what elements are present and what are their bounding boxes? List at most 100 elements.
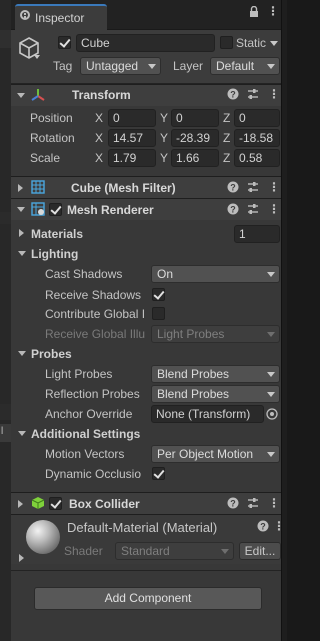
foldout-expanded-icon[interactable] bbox=[18, 431, 26, 436]
axis-x-label[interactable]: X bbox=[95, 111, 103, 125]
material-preview-sphere bbox=[26, 520, 60, 554]
preset-icon[interactable] bbox=[247, 181, 259, 196]
foldout-expanded-icon[interactable] bbox=[17, 207, 25, 212]
light-probes-dropdown[interactable]: Blend Probes bbox=[151, 365, 280, 383]
axis-z-label[interactable]: Z bbox=[223, 151, 230, 165]
chevron-down-icon bbox=[267, 392, 275, 397]
material-name: Default-Material (Material) bbox=[67, 520, 218, 535]
foldout-collapsed-icon[interactable] bbox=[18, 500, 23, 508]
axis-z-label[interactable]: Z bbox=[223, 111, 230, 125]
object-active-checkbox[interactable] bbox=[58, 36, 71, 49]
axis-z-label[interactable]: Z bbox=[223, 131, 230, 145]
box-collider-header[interactable]: Box Collider ? ⋮ bbox=[11, 492, 281, 514]
mesh-renderer-enabled-checkbox[interactable] bbox=[49, 203, 62, 216]
help-icon[interactable]: ? bbox=[227, 88, 239, 103]
layer-dropdown[interactable]: Default bbox=[210, 57, 280, 75]
layer-value: Default bbox=[216, 59, 255, 73]
shader-edit-button[interactable]: Edit... bbox=[239, 542, 281, 560]
foldout-collapsed-icon[interactable] bbox=[19, 554, 24, 562]
foldout-collapsed-icon[interactable] bbox=[18, 184, 23, 192]
static-checkbox[interactable] bbox=[220, 36, 233, 49]
more-options-icon[interactable]: ⋮ bbox=[267, 4, 279, 18]
help-icon[interactable]: ? bbox=[227, 181, 239, 196]
more-options-icon[interactable]: ⋮ bbox=[273, 519, 285, 533]
more-options-icon[interactable]: ⋮ bbox=[268, 87, 280, 101]
materials-count-field[interactable]: 1 bbox=[234, 225, 280, 243]
mesh-renderer-header[interactable]: Mesh Renderer ? ⋮ bbox=[11, 198, 281, 220]
tab-inspector[interactable]: Inspector bbox=[15, 4, 107, 30]
rotation-z-field[interactable]: -18.58 bbox=[234, 129, 280, 147]
axis-y-label[interactable]: Y bbox=[160, 111, 168, 125]
chevron-down-icon bbox=[267, 372, 275, 377]
help-icon[interactable]: ? bbox=[227, 497, 239, 512]
scale-y-field[interactable]: 1.66 bbox=[171, 149, 219, 167]
cast-shadows-dropdown[interactable]: On bbox=[151, 265, 280, 283]
foldout-collapsed-icon[interactable] bbox=[19, 229, 24, 237]
receive-shadows-checkbox[interactable] bbox=[152, 288, 165, 301]
icon-dropdown-arrow[interactable] bbox=[34, 55, 40, 59]
svg-text:?: ? bbox=[230, 499, 236, 509]
position-x-field[interactable]: 0 bbox=[108, 109, 156, 127]
lighting-label[interactable]: Lighting bbox=[31, 247, 78, 261]
axis-x-label[interactable]: X bbox=[95, 151, 103, 165]
contribute-gi-checkbox[interactable] bbox=[152, 307, 165, 320]
preset-icon[interactable] bbox=[247, 497, 259, 512]
receive-gi-value: Light Probes bbox=[157, 327, 225, 341]
anchor-override-field[interactable]: None (Transform) bbox=[151, 405, 264, 423]
preset-icon[interactable] bbox=[247, 203, 259, 218]
lock-icon[interactable] bbox=[249, 5, 259, 21]
help-icon[interactable]: ? bbox=[257, 520, 269, 535]
chevron-down-icon bbox=[267, 452, 275, 457]
rotation-y-field[interactable]: -28.39 bbox=[171, 129, 219, 147]
position-y-field[interactable]: 0 bbox=[171, 109, 219, 127]
material-section: Default-Material (Material) ? ⋮ Shader S… bbox=[11, 514, 285, 564]
rotation-x-field[interactable]: 14.57 bbox=[108, 129, 156, 147]
shader-label: Shader bbox=[64, 544, 103, 558]
cast-shadows-value: On bbox=[157, 267, 174, 281]
dynamic-occlusion-checkbox[interactable] bbox=[152, 467, 165, 480]
mesh-filter-icon bbox=[31, 180, 45, 197]
additional-settings-label[interactable]: Additional Settings bbox=[31, 427, 140, 441]
shader-value: Standard bbox=[121, 544, 170, 558]
foldout-expanded-icon[interactable] bbox=[17, 93, 25, 98]
tag-label: Tag bbox=[53, 59, 73, 73]
mesh-filter-title: Cube (Mesh Filter) bbox=[71, 181, 176, 195]
preset-icon[interactable] bbox=[247, 88, 259, 103]
add-component-button[interactable]: Add Component bbox=[34, 587, 262, 610]
info-icon bbox=[20, 10, 30, 20]
static-dropdown-arrow[interactable] bbox=[270, 41, 278, 46]
contribute-gi-label: Contribute Global I bbox=[45, 307, 146, 321]
scale-x-field[interactable]: 1.79 bbox=[108, 149, 156, 167]
more-options-icon[interactable]: ⋮ bbox=[268, 202, 280, 216]
transform-header[interactable]: Transform ? ⋮ bbox=[11, 84, 281, 106]
motion-vectors-value: Per Object Motion bbox=[157, 447, 254, 461]
motion-vectors-label: Motion Vectors bbox=[45, 447, 125, 461]
materials-label[interactable]: Materials bbox=[31, 227, 83, 241]
axis-x-label[interactable]: X bbox=[95, 131, 103, 145]
tag-dropdown[interactable]: Untagged bbox=[80, 57, 161, 75]
reflection-probes-dropdown[interactable]: Blend Probes bbox=[151, 385, 280, 403]
object-name-field[interactable]: Cube bbox=[76, 34, 215, 52]
axis-y-label[interactable]: Y bbox=[160, 131, 168, 145]
mesh-filter-header[interactable]: Cube (Mesh Filter) ? ⋮ bbox=[11, 176, 281, 198]
mesh-renderer-body: Materials 1 Lighting Cast Shadows On Rec… bbox=[11, 222, 281, 492]
mesh-renderer-title: Mesh Renderer bbox=[67, 203, 154, 217]
scale-z-field[interactable]: 0.58 bbox=[234, 149, 280, 167]
object-header: Cube Static Tag Untagged Layer Default bbox=[11, 30, 281, 84]
more-options-icon[interactable]: ⋮ bbox=[268, 496, 280, 510]
more-options-icon[interactable]: ⋮ bbox=[268, 180, 280, 194]
motion-vectors-dropdown[interactable]: Per Object Motion bbox=[151, 445, 280, 463]
probes-label[interactable]: Probes bbox=[31, 347, 72, 361]
object-picker-icon[interactable] bbox=[265, 406, 280, 422]
shader-dropdown: Standard bbox=[115, 542, 234, 560]
transform-title: Transform bbox=[72, 88, 131, 102]
position-z-field[interactable]: 0 bbox=[234, 109, 280, 127]
foldout-expanded-icon[interactable] bbox=[18, 251, 26, 256]
box-collider-enabled-checkbox[interactable] bbox=[49, 497, 62, 510]
left-panel-fragment bbox=[0, 404, 11, 420]
axis-y-label[interactable]: Y bbox=[160, 151, 168, 165]
svg-text:?: ? bbox=[230, 183, 236, 193]
help-icon[interactable]: ? bbox=[227, 203, 239, 218]
foldout-expanded-icon[interactable] bbox=[18, 351, 26, 356]
box-collider-icon bbox=[31, 496, 45, 513]
